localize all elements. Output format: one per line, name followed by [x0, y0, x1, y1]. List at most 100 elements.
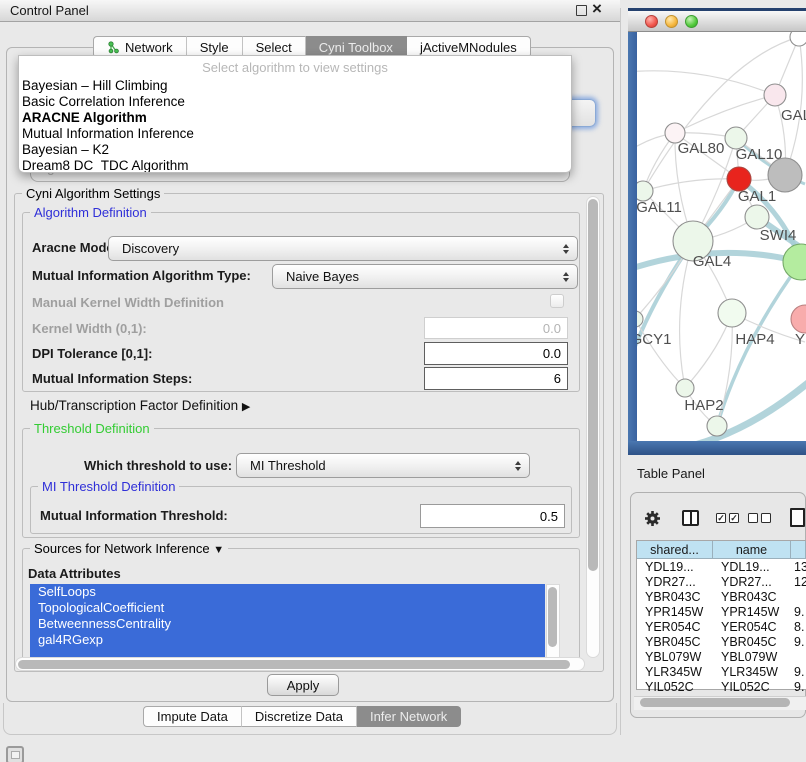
network-node[interactable] — [764, 84, 786, 106]
column-header-partial[interactable] — [791, 541, 806, 559]
network-node[interactable] — [791, 305, 806, 333]
select-all-checkboxes-icon[interactable]: ✓ ✓ — [716, 513, 739, 523]
apply-button[interactable]: Apply — [267, 674, 339, 696]
tab-discretize-data[interactable]: Discretize Data — [242, 706, 357, 727]
window-minimize-icon[interactable] — [665, 15, 678, 28]
attribute-item[interactable]: SelfLoops — [30, 584, 545, 600]
table-cell: YBR045C — [713, 635, 791, 649]
window-close-icon[interactable] — [645, 15, 658, 28]
dropdown-item[interactable]: Bayesian – K2 — [19, 142, 571, 158]
aracne-mode-combo[interactable]: Discovery — [108, 236, 578, 261]
control-panel-title: Control Panel — [10, 3, 89, 18]
dropdown-item[interactable]: Dream8 DC_TDC Algorithm — [19, 158, 571, 173]
spinner-arrows-icon — [563, 244, 569, 254]
network-icon — [107, 41, 120, 54]
table-cell: YLR345W — [713, 665, 791, 679]
page-icon[interactable] — [790, 508, 805, 527]
which-threshold-combo[interactable]: MI Threshold — [236, 453, 530, 478]
tab-label: Style — [200, 40, 229, 55]
node-label: GAL80 — [678, 140, 725, 157]
node-label: GAL11 — [637, 199, 682, 216]
mi-steps-field[interactable]: 6 — [424, 367, 568, 390]
window-zoom-icon[interactable] — [685, 15, 698, 28]
table-row[interactable]: YDR27...YDR27...12 — [637, 574, 806, 589]
spinner-arrows-icon — [563, 272, 569, 282]
dropdown-item[interactable]: Bayesian – Hill Climbing — [19, 78, 571, 94]
node-label: GAL — [781, 107, 806, 124]
mi-type-combo[interactable]: Naive Bayes — [272, 264, 578, 289]
network-view-canvas[interactable]: GALGAL80GAL10GAL1GAL11SWI4GAL4GCY1HAP4YH… — [637, 32, 806, 441]
dpi-tolerance-field[interactable]: 0.0 — [424, 342, 568, 365]
network-node[interactable] — [718, 299, 746, 327]
table-cell: 8. — [791, 620, 806, 634]
columns-icon[interactable] — [682, 510, 699, 526]
table-row[interactable]: YIL052CYIL052C9. — [637, 679, 806, 694]
control-panel-titlebar[interactable]: Control Panel × — [0, 0, 620, 22]
aracne-mode-value: Discovery — [122, 241, 179, 256]
table-row[interactable]: YPR145WYPR145W9. — [637, 604, 806, 619]
network-node[interactable] — [783, 244, 806, 280]
network-node[interactable] — [790, 32, 806, 46]
tab-label: Impute Data — [157, 709, 228, 724]
network-node[interactable] — [637, 311, 643, 327]
network-node[interactable] — [676, 379, 694, 397]
attribute-item[interactable]: TopologicalCoefficient — [30, 600, 545, 616]
table-cell: YER054C — [637, 620, 713, 634]
manual-kernel-checkbox[interactable] — [550, 294, 564, 308]
table-cell: 13 — [791, 560, 806, 574]
table-hscrollbar-thumb[interactable] — [640, 698, 790, 707]
network-edge[interactable] — [675, 95, 775, 133]
mi-threshold-value: 0.5 — [540, 509, 558, 524]
manual-kernel-label: Manual Kernel Width Definition — [32, 295, 224, 310]
network-edge[interactable] — [785, 37, 802, 175]
table-cell: YBL079W — [637, 650, 713, 664]
dropdown-item-selected[interactable]: ARACNE Algorithm — [19, 110, 571, 126]
kernel-width-label: Kernel Width (0,1): — [32, 321, 147, 336]
hub-definition-expander[interactable]: Hub/Transcription Factor Definition ▶ — [30, 398, 250, 413]
attribute-list-scrollbar-thumb[interactable] — [548, 587, 557, 647]
tab-infer-network[interactable]: Infer Network — [357, 706, 461, 727]
tab-impute-data[interactable]: Impute Data — [143, 706, 242, 727]
network-edge[interactable] — [637, 71, 775, 95]
mi-steps-value: 6 — [554, 371, 561, 386]
settings-hscrollbar-thumb[interactable] — [18, 660, 570, 669]
table-cell: YIL052C — [713, 680, 791, 694]
grid-icon[interactable] — [6, 746, 24, 762]
network-edge[interactable] — [680, 241, 693, 388]
close-panel-icon[interactable]: × — [592, 0, 602, 19]
network-node[interactable] — [768, 158, 802, 192]
algorithm-definition-title: Algorithm Definition — [30, 205, 151, 220]
table-header-row: shared... name — [637, 541, 806, 559]
sources-title-text: Sources for Network Inference — [34, 541, 210, 556]
table-row[interactable]: YBL079WYBL079W — [637, 649, 806, 664]
settings-vscrollbar-thumb[interactable] — [588, 199, 598, 571]
gear-icon[interactable] — [644, 510, 661, 532]
column-header-name[interactable]: name — [713, 541, 791, 559]
mi-threshold-field[interactable]: 0.5 — [420, 504, 565, 528]
column-header-shared-name[interactable]: shared... — [637, 541, 713, 559]
kernel-width-field[interactable]: 0.0 — [424, 317, 568, 339]
table-cell: 12 — [791, 575, 806, 589]
network-node[interactable] — [637, 181, 653, 201]
table-row[interactable]: YDL19...YDL19...13 — [637, 559, 806, 574]
cyni-settings-group-title: Cyni Algorithm Settings — [22, 186, 164, 201]
table-row[interactable]: YER054CYER054C8. — [637, 619, 806, 634]
network-edge[interactable] — [643, 179, 739, 191]
table-cell: YIL052C — [637, 680, 713, 694]
attribute-item[interactable]: gal4RGexp — [30, 632, 545, 648]
table-row[interactable]: YBR045CYBR045C9. — [637, 634, 806, 649]
deselect-all-checkboxes-icon[interactable] — [748, 513, 771, 523]
network-node[interactable] — [707, 416, 727, 436]
network-node[interactable] — [745, 205, 769, 229]
float-panel-icon[interactable] — [576, 5, 587, 16]
aracne-mode-label: Aracne Mode: — [32, 240, 118, 255]
dropdown-item[interactable]: Mutual Information Inference — [19, 126, 571, 142]
kernel-width-value: 0.0 — [543, 321, 561, 336]
node-table: shared... name YDL19...YDL19...13YDR27..… — [636, 540, 806, 690]
attribute-item[interactable]: BetweennessCentrality — [30, 616, 545, 632]
sources-group-title[interactable]: Sources for Network Inference ▼ — [30, 541, 228, 556]
table-row[interactable]: YBR043CYBR043C — [637, 589, 806, 604]
dpi-tolerance-value: 0.0 — [543, 346, 561, 361]
table-row[interactable]: YLR345WYLR345W9. — [637, 664, 806, 679]
dropdown-item[interactable]: Basic Correlation Inference — [19, 94, 571, 110]
